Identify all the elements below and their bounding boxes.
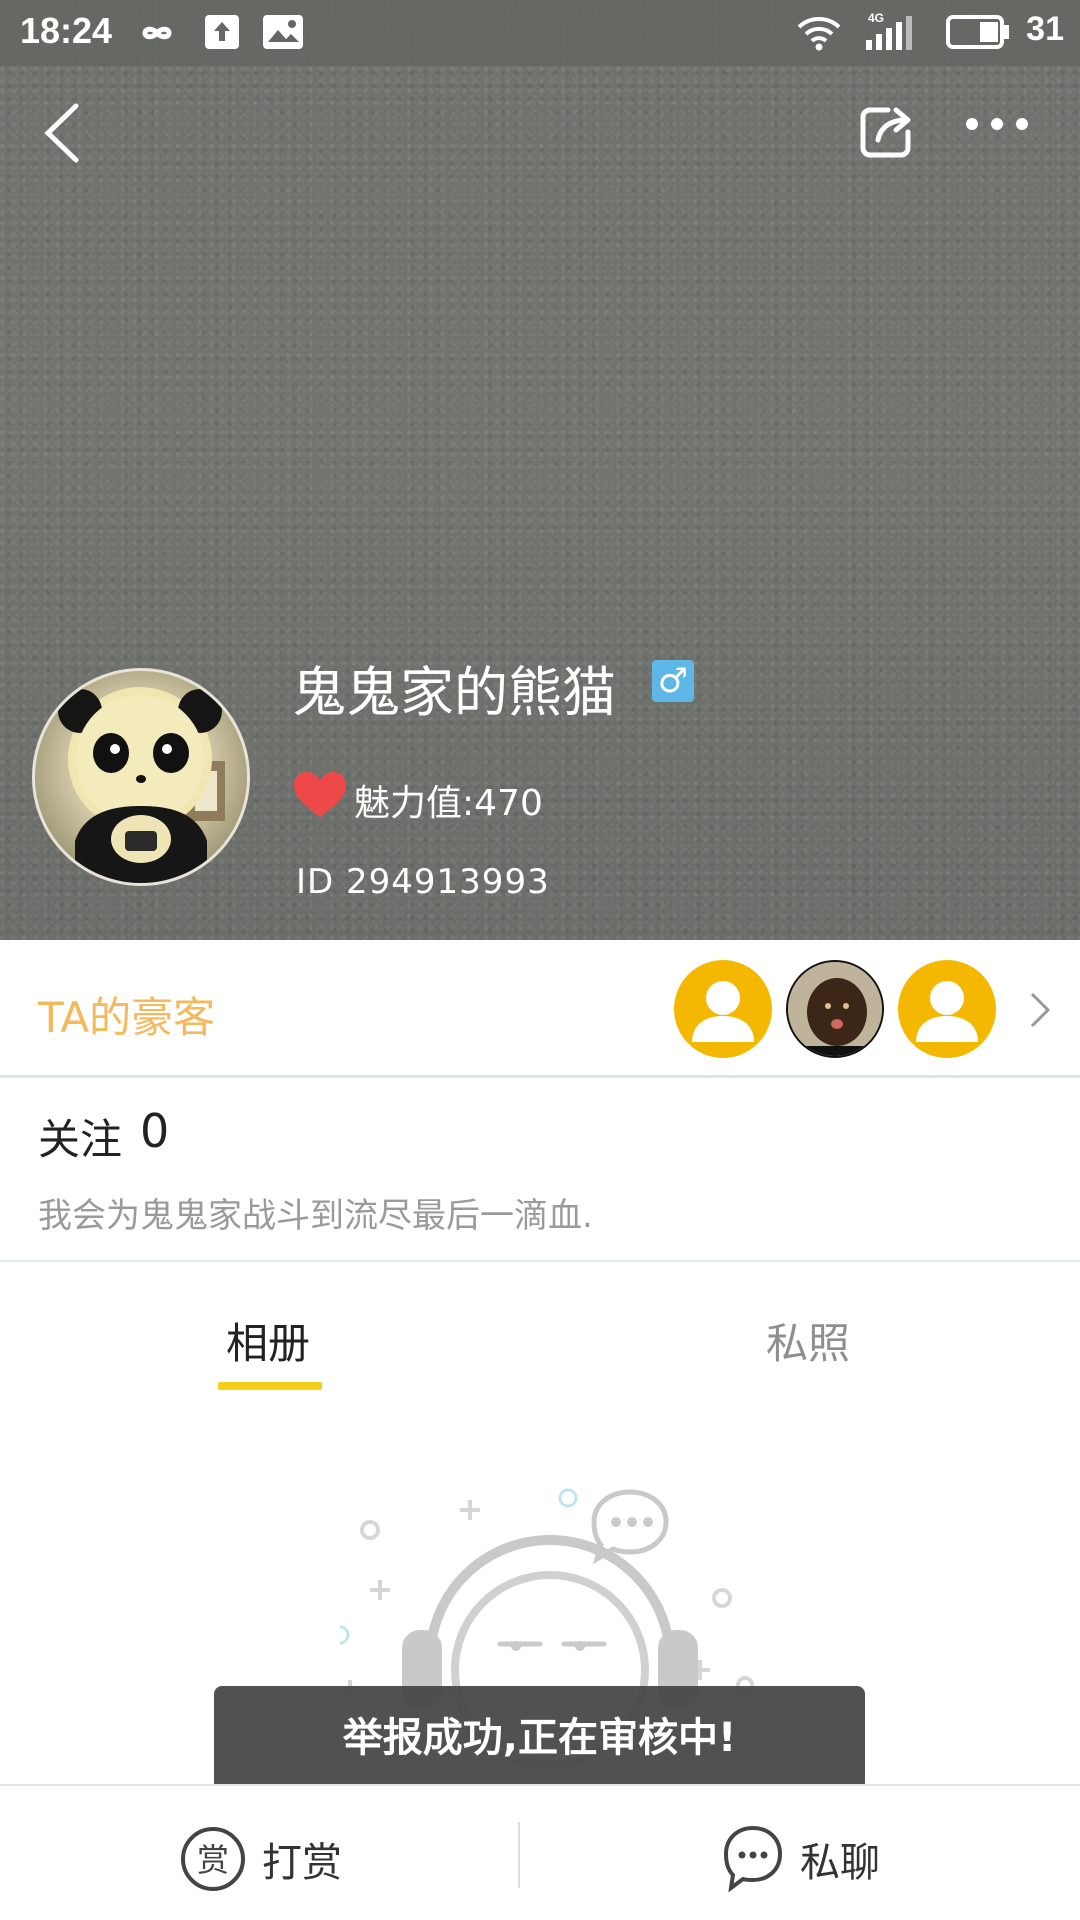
panda-avatar-image (58, 687, 225, 883)
follow-count: 0 (140, 1104, 170, 1158)
bottom-action-bar: 赏 打赏 私聊 (0, 1784, 1080, 1920)
patron-avatar-3[interactable] (898, 960, 996, 1058)
active-tab-indicator (218, 1382, 322, 1390)
patron-avatar-2[interactable] (786, 960, 884, 1058)
private-chat-label[interactable]: 私聊 (800, 1830, 880, 1888)
chevron-right-icon[interactable] (1026, 990, 1054, 1030)
male-gender-icon: ♂ (652, 660, 694, 702)
tab-private-photos[interactable]: 私照 (766, 1310, 850, 1371)
share-icon[interactable] (858, 104, 914, 160)
avatar[interactable] (32, 668, 250, 886)
patrons-row[interactable]: TA的豪客 (0, 940, 1080, 1078)
chevron-left-icon[interactable] (40, 98, 90, 168)
bottom-divider (518, 1822, 520, 1888)
signal-4g-icon: 4G (866, 11, 912, 50)
follow-label: 关注 (38, 1115, 123, 1164)
bio-text: 我会为鬼鬼家战斗到流尽最后一滴血. (38, 1196, 593, 1236)
patron-avatar-1[interactable] (674, 960, 772, 1058)
svg-text:4G: 4G (868, 11, 884, 25)
toast-message: 举报成功,正在审核中! (214, 1686, 865, 1790)
battery-level: 31 (1026, 10, 1064, 48)
more-dots-icon[interactable] (964, 112, 1030, 136)
status-bar: 18:24 4G 31 (0, 0, 1080, 66)
image-icon (263, 15, 303, 49)
dog-photo (788, 962, 882, 1056)
wifi-icon (797, 17, 841, 51)
heart-icon (294, 772, 346, 817)
default-user-icon (916, 981, 978, 1042)
infinity-icon (142, 26, 172, 40)
reward-label[interactable]: 打赏 (262, 1830, 342, 1888)
status-time: 18:24 (20, 10, 113, 51)
default-user-icon (692, 981, 754, 1042)
user-id: ID 294913993 (296, 862, 550, 902)
follow-section: 关注 0 我会为鬼鬼家战斗到流尽最后一滴血. (0, 1078, 1080, 1262)
tab-album[interactable]: 相册 (226, 1310, 310, 1371)
reward-icon[interactable]: 赏 (180, 1826, 246, 1892)
profile-screen: 18:24 4G 31 鬼鬼家的熊猫 ♂ 魅力值:470 ID 29491399… (0, 0, 1080, 1920)
charm-value: 魅力值:470 (354, 783, 543, 824)
patrons-label: TA的豪客 (38, 993, 216, 1042)
username: 鬼鬼家的熊猫 (292, 661, 616, 724)
upload-icon (205, 15, 239, 49)
chat-bubble-icon[interactable] (718, 1822, 788, 1892)
battery-icon (946, 15, 1009, 49)
reward-icon-glyph: 赏 (197, 1841, 229, 1879)
